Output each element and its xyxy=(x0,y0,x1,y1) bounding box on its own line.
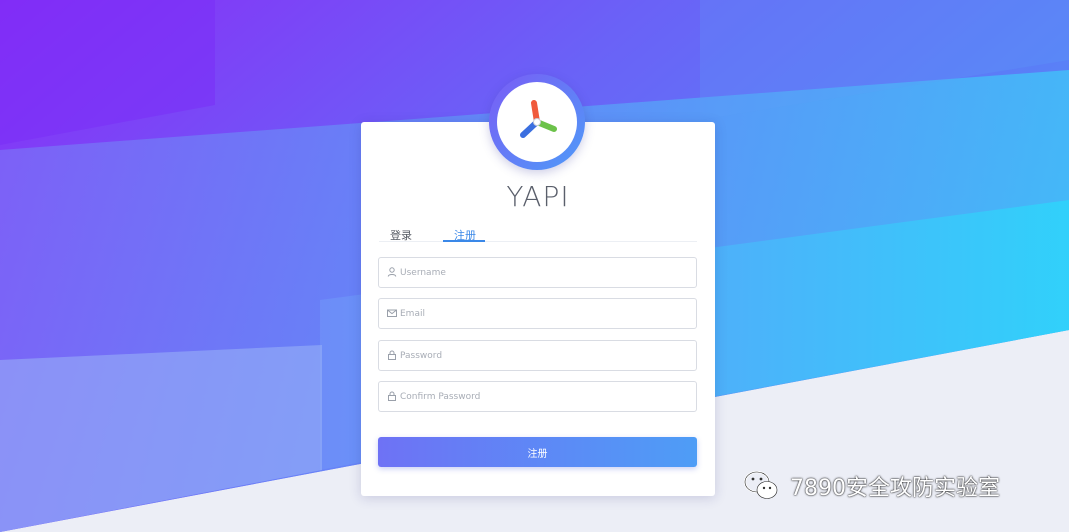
mail-icon xyxy=(387,309,397,317)
app-title: YAPI xyxy=(506,180,570,213)
username-field[interactable] xyxy=(378,257,697,288)
lock-icon xyxy=(388,350,396,360)
wechat-icon xyxy=(743,470,778,499)
watermark-text: 7890安全攻防实验室 xyxy=(790,476,1000,501)
password-input[interactable] xyxy=(400,341,690,370)
password-field[interactable] xyxy=(378,340,697,371)
user-icon xyxy=(387,267,397,277)
confirm-password-input[interactable] xyxy=(400,382,690,411)
confirm-password-field[interactable] xyxy=(378,381,697,412)
email-field[interactable] xyxy=(378,298,697,329)
yapi-logo xyxy=(489,74,585,170)
tab-active-indicator xyxy=(443,240,485,242)
register-button[interactable]: 注册 xyxy=(378,437,697,467)
email-input[interactable] xyxy=(400,299,690,328)
lock-icon xyxy=(388,391,396,401)
propeller-icon xyxy=(520,100,557,138)
username-input[interactable] xyxy=(400,258,690,287)
watermark: 7890安全攻防实验室 xyxy=(742,468,1000,504)
tab-divider xyxy=(379,241,697,242)
